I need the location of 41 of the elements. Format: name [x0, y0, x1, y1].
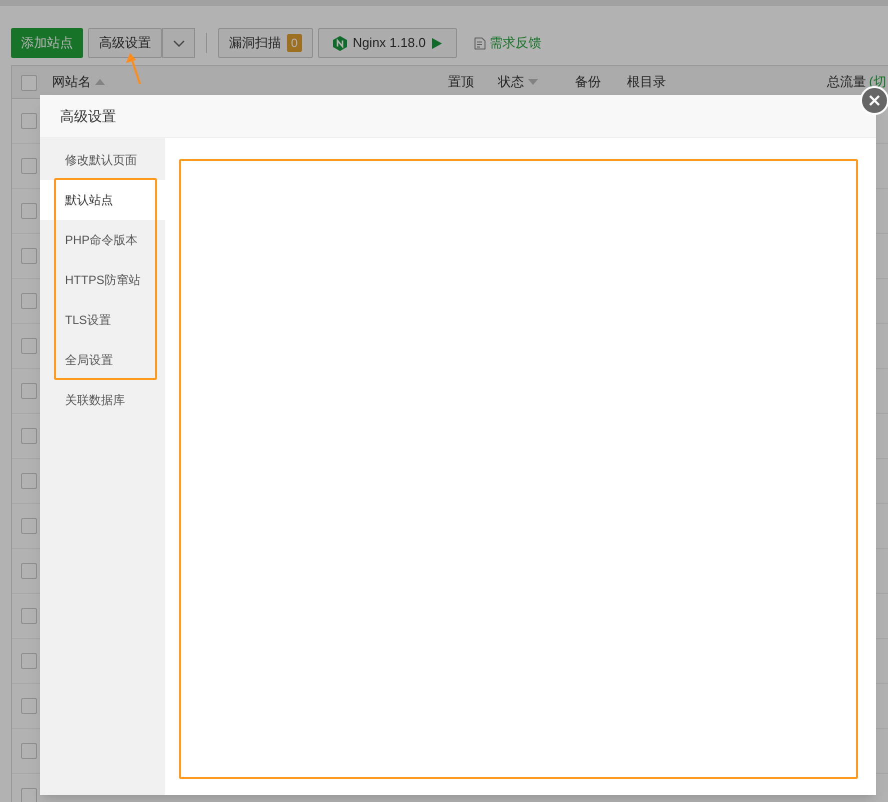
dialog-title: 高级设置 [60, 106, 116, 126]
checkbox[interactable] [21, 563, 37, 579]
checkbox[interactable] [21, 518, 37, 534]
close-icon [869, 95, 880, 106]
sidebar-item[interactable]: PHP命令版本 [40, 220, 165, 260]
checkbox[interactable] [21, 743, 37, 759]
column-header[interactable]: 备份 [575, 75, 601, 89]
checkbox[interactable] [21, 338, 37, 354]
checkbox[interactable] [21, 788, 37, 802]
note-icon [474, 36, 486, 50]
chevron-down-icon [172, 40, 184, 46]
column-header[interactable]: 根目录 [627, 75, 666, 89]
checkbox[interactable] [21, 293, 37, 309]
checkbox[interactable] [21, 608, 37, 624]
sidebar-item[interactable]: 修改默认页面 [40, 140, 165, 180]
dropdown-button[interactable] [162, 28, 195, 58]
play-icon [432, 38, 442, 48]
advanced-settings-button[interactable]: 高级设置 [88, 28, 162, 58]
sidebar-item[interactable]: 默认站点 [40, 180, 165, 220]
sidebar-item[interactable]: TLS设置 [40, 300, 165, 340]
column-header[interactable]: 总流量 [827, 75, 866, 89]
column-header[interactable]: 状态 [498, 75, 524, 89]
sidebar-item[interactable]: 关联数据库 [40, 380, 165, 420]
checkbox[interactable] [21, 248, 37, 264]
vulnerability-scan-button[interactable]: 漏洞扫描 0 [218, 28, 313, 58]
checkbox[interactable] [21, 383, 37, 399]
sidebar-item[interactable]: HTTPS防窜站 [40, 260, 165, 300]
checkbox[interactable] [21, 698, 37, 714]
scan-count-badge: 0 [287, 34, 302, 52]
hexagon-icon [332, 36, 347, 50]
checkbox[interactable] [21, 473, 37, 489]
nginx-button[interactable]: Nginx 1.18.0 [318, 28, 457, 58]
checkbox[interactable] [21, 75, 37, 91]
checkbox[interactable] [21, 113, 37, 129]
checkbox[interactable] [21, 653, 37, 669]
checkbox[interactable] [21, 428, 37, 444]
checkbox[interactable] [21, 203, 37, 219]
checkbox[interactable] [21, 158, 37, 174]
column-header[interactable]: 置顶 [448, 75, 474, 89]
sidebar-item[interactable]: 全局设置 [40, 340, 165, 380]
column-header[interactable]: 网站名 [52, 75, 91, 89]
